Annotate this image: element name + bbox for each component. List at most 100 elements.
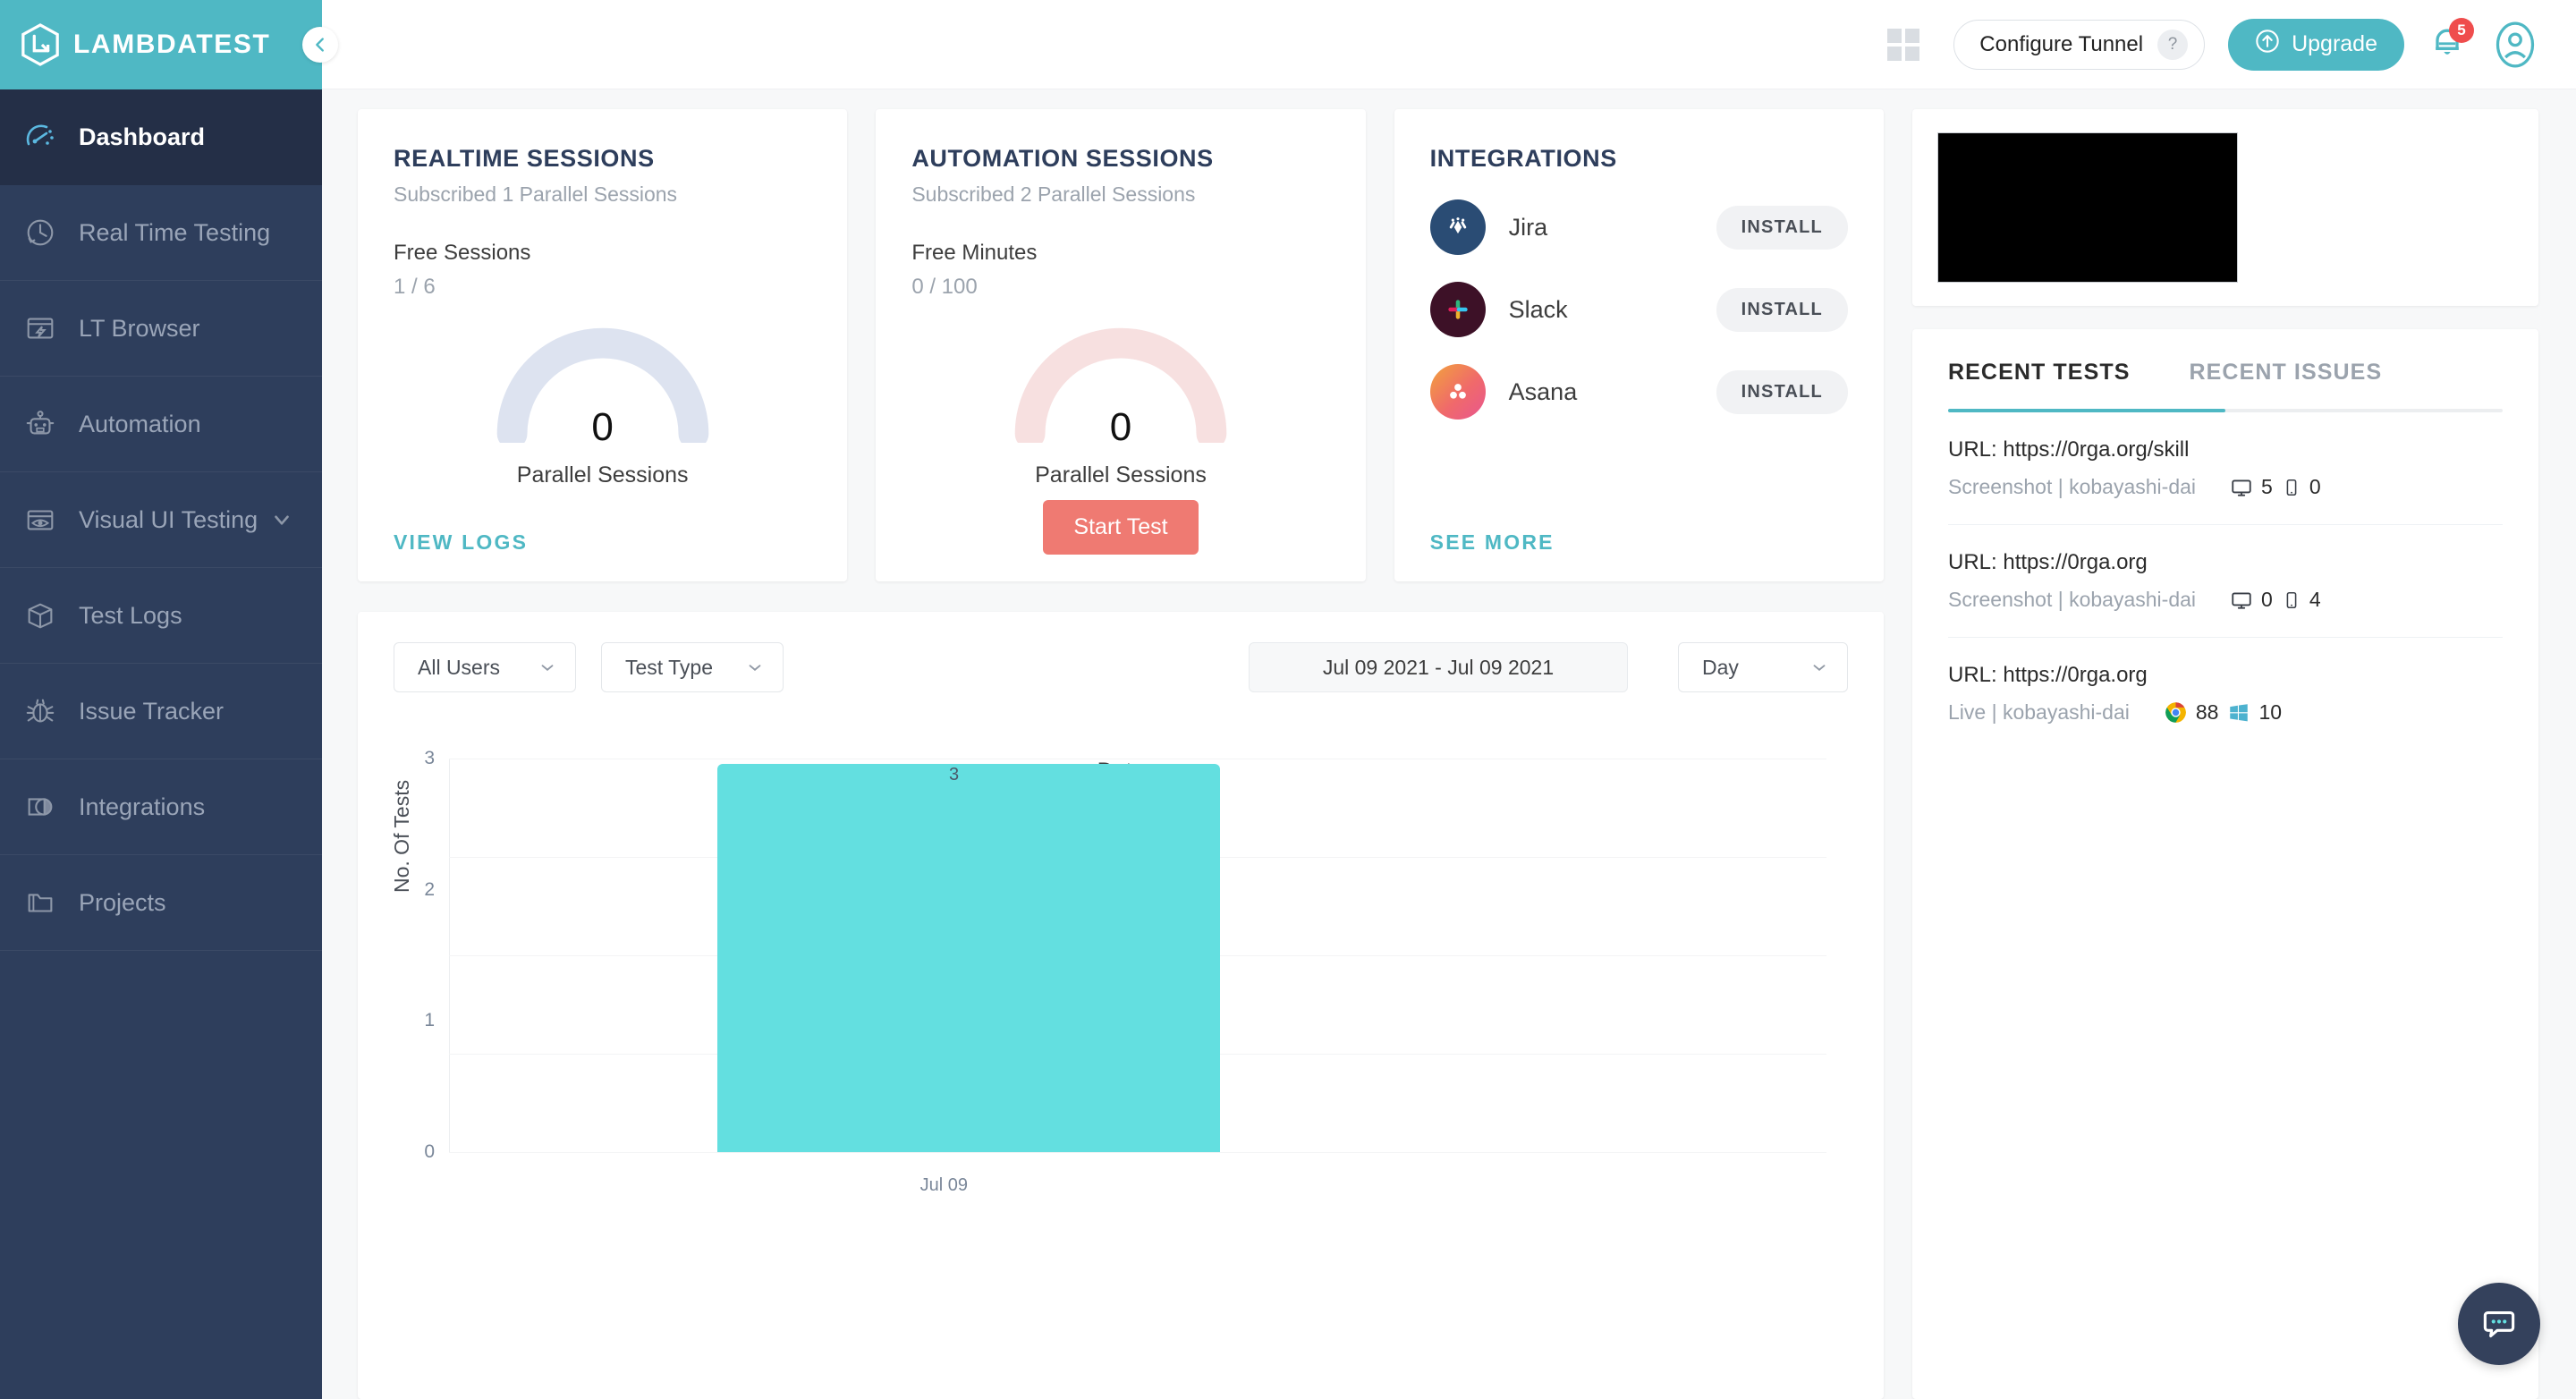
left-column: REALTIME SESSIONS Subscribed 1 Parallel … xyxy=(358,109,1884,1399)
sidebar-item-test-logs[interactable]: Test Logs xyxy=(0,568,322,664)
granularity-select[interactable]: Day xyxy=(1678,642,1848,692)
sidebar-item-integrations[interactable]: Integrations xyxy=(0,759,322,855)
y-tick-1: 1 xyxy=(424,1010,435,1031)
sidebar-item-label: LT Browser xyxy=(79,314,200,342)
asana-logo-icon xyxy=(1429,364,1486,420)
upgrade-label: Upgrade xyxy=(2292,31,2377,56)
sidebar-collapse-button[interactable] xyxy=(302,27,338,63)
sidebar-item-projects[interactable]: Projects xyxy=(0,855,322,951)
bar-value-label: 3 xyxy=(949,765,960,784)
tab-underline xyxy=(1948,409,2503,412)
sidebar-item-lt-browser[interactable]: LT Browser xyxy=(0,281,322,377)
upgrade-button[interactable]: Upgrade xyxy=(2228,18,2404,71)
test-subtitle: Screenshot | kobayashi-dai xyxy=(1948,475,2197,498)
sidebar-item-label: Real Time Testing xyxy=(79,218,271,246)
speedometer-icon xyxy=(23,119,70,155)
test-url: URL: https://0rga.org xyxy=(1948,663,2148,687)
browser-bolt-icon xyxy=(23,311,70,345)
sidebar-item-automation[interactable]: Automation xyxy=(0,377,322,472)
user-avatar-icon[interactable] xyxy=(2492,21,2538,68)
x-tick-jul-09: Jul 09 xyxy=(919,1175,969,1195)
bar-jul-09[interactable] xyxy=(717,764,1221,1152)
chevron-down-icon xyxy=(1813,665,1826,671)
y-axis-title: No. Of Tests xyxy=(390,779,413,893)
chrome-logo-icon xyxy=(2165,702,2186,723)
install-button-asana[interactable]: INSTALL xyxy=(1716,369,1848,414)
sidebar-item-dashboard[interactable]: Dashboard xyxy=(0,89,322,185)
test-url: URL: https://0rga.org/skill xyxy=(1948,437,2190,462)
chart-filters: All Users Test Type Jul 09 2021 - Jul 09 xyxy=(394,642,1848,692)
brand-header: LAMBDATEST xyxy=(0,0,338,89)
bar-chart: No. Of Tests 3 2 1 0 3 Jul 09 xyxy=(390,748,1848,1195)
realtime-sessions-card: REALTIME SESSIONS Subscribed 1 Parallel … xyxy=(358,109,848,581)
integration-name: Slack xyxy=(1508,295,1568,323)
gauge-caption: Parallel Sessions xyxy=(516,462,689,488)
install-button-slack[interactable]: INSTALL xyxy=(1716,287,1848,332)
free-sessions-value: 1 / 6 xyxy=(394,275,436,299)
view-logs-link[interactable]: VIEW LOGS xyxy=(394,530,528,554)
app-root: LAMBDATEST Dashboard Real Time Testing L… xyxy=(0,0,2576,1399)
help-icon[interactable]: ? xyxy=(2157,29,2189,60)
automation-gauge: 0 Parallel Sessions xyxy=(911,309,1329,488)
list-item[interactable]: URL: https://0rga.org Screenshot | kobay… xyxy=(1948,525,2503,638)
chat-support-button[interactable] xyxy=(2458,1283,2540,1365)
test-stats: 5 0 xyxy=(2230,475,2321,499)
brand-name: LAMBDATEST xyxy=(73,30,271,59)
grid-apps-icon[interactable] xyxy=(1887,28,1920,61)
bug-icon xyxy=(23,694,70,728)
y-tick-2: 2 xyxy=(424,878,435,900)
sidebar-item-visual-ui-testing[interactable]: Visual UI Testing xyxy=(0,472,322,568)
desktop-count: 5 xyxy=(2230,475,2273,499)
start-test-button[interactable]: Start Test xyxy=(1043,500,1199,555)
list-item[interactable]: URL: https://0rga.org/skill Screenshot |… xyxy=(1948,412,2503,525)
browser-version-value: 88 xyxy=(2195,700,2219,724)
integrations-card: INTEGRATIONS Jira INSTALL Slack INSTALL … xyxy=(1394,109,1884,581)
notification-badge: 5 xyxy=(2449,17,2474,43)
notifications-button[interactable]: 5 xyxy=(2428,17,2474,68)
chevron-left-icon xyxy=(316,38,324,52)
recent-activity-card: RECENT TESTS RECENT ISSUES URL: https://… xyxy=(1912,329,2538,1399)
card-title: AUTOMATION SESSIONS xyxy=(911,145,1214,172)
video-thumbnail-placeholder[interactable] xyxy=(1937,132,2238,283)
tests-chart-panel: All Users Test Type Jul 09 2021 - Jul 09 xyxy=(358,612,1884,1399)
install-button-jira[interactable]: INSTALL xyxy=(1716,205,1848,250)
top-bar: Configure Tunnel ? Upgrade 5 xyxy=(322,0,2576,89)
test-stats: 88 10 xyxy=(2164,700,2282,725)
integration-row-jira: Jira INSTALL xyxy=(1429,199,1848,255)
list-item[interactable]: URL: https://0rga.org Live | kobayashi-d… xyxy=(1948,638,2503,750)
sidebar-item-real-time-testing[interactable]: Real Time Testing xyxy=(0,185,322,281)
chevron-down-icon[interactable] xyxy=(270,508,293,531)
box-icon xyxy=(23,598,70,632)
jira-logo-icon xyxy=(1429,199,1486,255)
automation-sessions-card: AUTOMATION SESSIONS Subscribed 2 Paralle… xyxy=(876,109,1366,581)
mobile-icon xyxy=(2286,591,2297,608)
tab-recent-tests[interactable]: RECENT TESTS xyxy=(1948,360,2131,386)
desktop-count-value: 0 xyxy=(2261,588,2273,611)
tab-recent-issues[interactable]: RECENT ISSUES xyxy=(2190,360,2383,386)
sidebar-item-label: Issue Tracker xyxy=(79,697,225,725)
date-range-picker[interactable]: Jul 09 2021 - Jul 09 2021 xyxy=(1249,642,1628,692)
recent-tabs: RECENT TESTS RECENT ISSUES xyxy=(1948,360,2503,409)
gauge-caption: Parallel Sessions xyxy=(1035,462,1207,488)
plot-area: 3 2 1 0 3 Jul 09 xyxy=(424,748,1826,1195)
test-type-filter-select[interactable]: Test Type xyxy=(601,642,784,692)
sidebar-item-issue-tracker[interactable]: Issue Tracker xyxy=(0,664,322,759)
promo-banner-card xyxy=(1912,109,2538,306)
lambdatest-cube-icon xyxy=(20,22,61,67)
mobile-count-value: 0 xyxy=(2309,475,2321,498)
mobile-icon xyxy=(2286,479,2297,496)
summary-cards-row: REALTIME SESSIONS Subscribed 1 Parallel … xyxy=(358,109,1884,581)
desktop-icon xyxy=(2232,591,2251,609)
configure-tunnel-button[interactable]: Configure Tunnel ? xyxy=(1953,19,2206,70)
mobile-count-value: 4 xyxy=(2309,588,2321,611)
test-meta: Live | kobayashi-dai 88 10 xyxy=(1948,700,2503,725)
card-title: REALTIME SESSIONS xyxy=(394,145,655,172)
arrow-up-circle-icon xyxy=(2255,29,2280,60)
right-column: RECENT TESTS RECENT ISSUES URL: https://… xyxy=(1912,109,2538,1399)
granularity-value: Day xyxy=(1702,655,1739,679)
slack-logo-icon xyxy=(1429,282,1486,337)
test-stats: 0 4 xyxy=(2230,588,2321,612)
main-area: Configure Tunnel ? Upgrade 5 REALTIME SE… xyxy=(322,0,2576,1399)
see-more-link[interactable]: SEE MORE xyxy=(1430,530,1555,554)
user-filter-select[interactable]: All Users xyxy=(394,642,576,692)
